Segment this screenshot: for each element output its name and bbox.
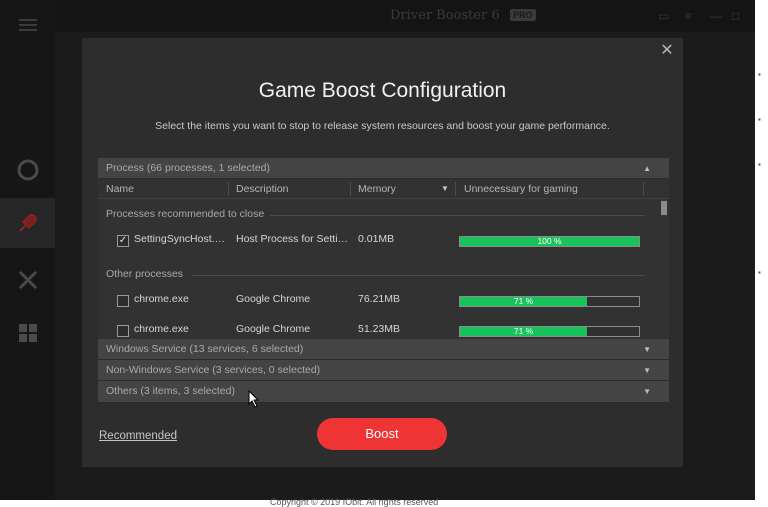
message-icon: ▭ xyxy=(658,9,670,23)
process-name: chrome.exe xyxy=(134,293,189,305)
row-checkbox[interactable] xyxy=(117,325,129,337)
process-row[interactable]: chrome.exe Google Chrome 51.23MB 71 % xyxy=(98,318,658,339)
dialog-subtitle: Select the items you want to stop to rel… xyxy=(155,120,610,132)
chevron-up-icon: ▲ xyxy=(643,164,651,173)
non-windows-service-section-label: Non-Windows Service (3 services, 0 selec… xyxy=(106,364,321,376)
background-sidebar xyxy=(0,0,55,500)
progress-label: 71 % xyxy=(513,296,534,306)
column-header-row: Name Description Memory ▼ Unnecessary fo… xyxy=(98,179,669,199)
items-panel: Process (66 processes, 1 selected) ▲ Nam… xyxy=(98,158,669,403)
game-boost-dialog: ✕ Game Boost Configuration Select the it… xyxy=(82,38,683,467)
dialog-title: Game Boost Configuration xyxy=(258,79,507,102)
non-windows-service-section-header[interactable]: Non-Windows Service (3 services, 0 selec… xyxy=(98,360,669,381)
strip-mark: ▪ xyxy=(758,70,761,79)
unnecessary-progress-bar: 71 % xyxy=(459,326,640,337)
column-header-unnecessary[interactable]: Unnecessary for gaming xyxy=(456,179,642,199)
process-memory: 51.23MB xyxy=(358,323,401,335)
group-label-other: Other processes xyxy=(106,268,184,280)
process-name: SettingSyncHost.… xyxy=(134,233,224,245)
background-app-title: Driver Booster 6 xyxy=(390,8,500,23)
row-checkbox[interactable]: ✓ xyxy=(117,235,129,247)
chevron-down-icon: ▼ xyxy=(643,366,651,375)
strip-mark: ▪ xyxy=(758,115,761,124)
process-row[interactable]: chrome.exe Google Chrome 76.21MB 71 % xyxy=(98,288,658,316)
background-footer-copyright: Copyright © 2019 IObit. All rights reser… xyxy=(270,497,439,507)
right-edge-strip xyxy=(755,0,768,507)
pro-badge: PRO xyxy=(510,9,536,21)
rocket-icon xyxy=(0,198,55,248)
unnecessary-progress-bar: 100 % xyxy=(459,236,640,247)
background-titlebar: Driver Booster 6 PRO ▭ ≡ — □ xyxy=(55,0,755,32)
strip-mark: ▪ xyxy=(758,268,761,277)
chevron-down-icon: ▼ xyxy=(643,387,651,396)
unnecessary-progress-bar: 71 % xyxy=(459,296,640,307)
process-row[interactable]: ✓ SettingSyncHost.… Host Process for Set… xyxy=(98,228,658,256)
column-header-name[interactable]: Name xyxy=(98,179,228,199)
process-description: Google Chrome xyxy=(236,323,311,335)
group-divider xyxy=(191,275,645,276)
app-root: Driver Booster 6 PRO ▭ ≡ — □ ▪ ▪ ▪ ▪ Cop… xyxy=(0,0,768,507)
process-description: Host Process for Setti… xyxy=(236,233,348,245)
list-scrollbar[interactable] xyxy=(659,199,669,339)
process-name: chrome.exe xyxy=(134,323,189,335)
windows-service-section-label: Windows Service (13 services, 6 selected… xyxy=(106,343,304,355)
close-button[interactable]: ✕ xyxy=(659,43,675,59)
windows-service-section-header[interactable]: Windows Service (13 services, 6 selected… xyxy=(98,339,669,360)
chevron-down-icon: ▼ xyxy=(643,345,651,354)
mouse-cursor-icon xyxy=(248,390,260,408)
group-divider xyxy=(270,215,645,216)
menu-icon: ≡ xyxy=(685,9,693,23)
others-section-label: Others (3 items, 3 selected) xyxy=(106,385,235,397)
sort-descending-icon: ▼ xyxy=(441,184,449,193)
row-checkbox[interactable] xyxy=(117,295,129,307)
lifebuoy-icon xyxy=(0,145,55,195)
scrollbar-thumb[interactable] xyxy=(661,201,667,215)
column-header-description[interactable]: Description xyxy=(228,179,350,199)
process-section-header[interactable]: Process (66 processes, 1 selected) ▲ xyxy=(98,158,669,179)
minimize-icon: — xyxy=(710,9,722,23)
recommended-link[interactable]: Recommended xyxy=(99,430,177,442)
group-label-recommended: Processes recommended to close xyxy=(106,208,265,220)
boost-button[interactable]: Boost xyxy=(317,418,447,450)
column-header-memory[interactable]: Memory xyxy=(350,179,451,199)
process-memory: 0.01MB xyxy=(358,233,395,245)
maximize-icon: □ xyxy=(732,9,740,23)
process-section-label: Process (66 processes, 1 selected) xyxy=(106,162,270,174)
process-description: Google Chrome xyxy=(236,293,311,305)
others-section-header[interactable]: Others (3 items, 3 selected) ▼ xyxy=(98,381,669,403)
progress-label: 71 % xyxy=(513,326,534,336)
process-memory: 76.21MB xyxy=(358,293,401,305)
hamburger-menu-icon xyxy=(0,0,55,50)
strip-mark: ▪ xyxy=(758,160,761,169)
column-divider xyxy=(643,182,644,196)
tools-icon xyxy=(0,255,55,305)
apps-grid-icon xyxy=(0,308,55,358)
progress-label: 100 % xyxy=(537,236,562,246)
